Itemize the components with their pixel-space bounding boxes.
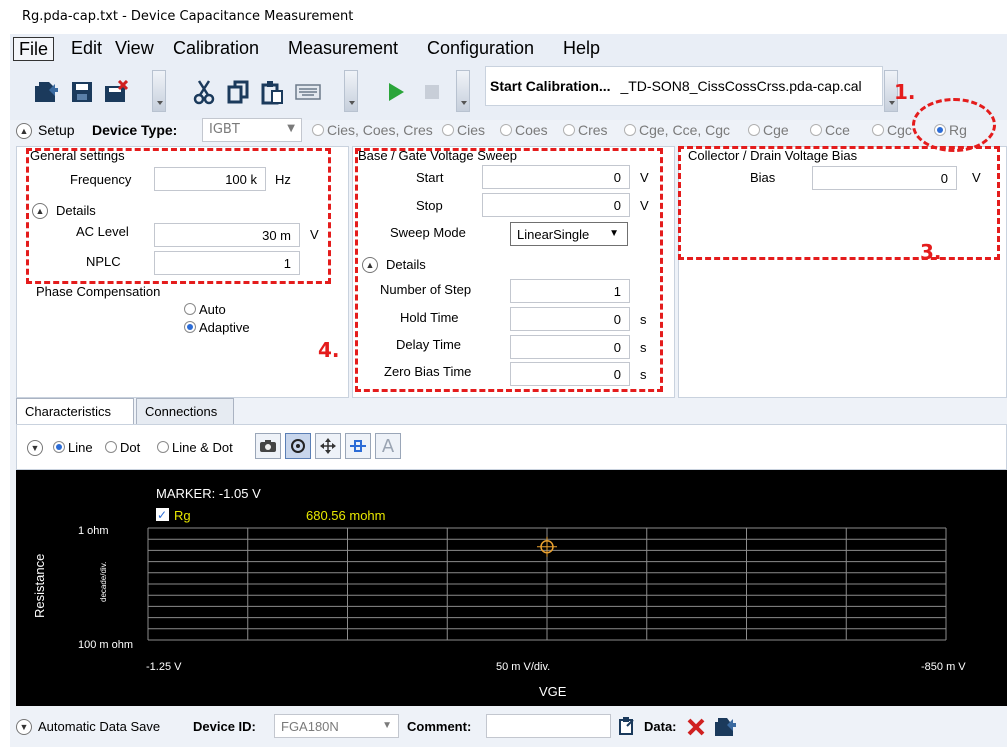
annotation-circle-rg <box>912 98 996 152</box>
chevron-down-icon: ▼ <box>382 720 392 731</box>
bottom-bar: ▼ Automatic Data Save Device ID: FGA180N… <box>10 706 1007 747</box>
y-scale-label: decade/div. <box>99 562 108 602</box>
run-icon[interactable] <box>382 78 410 106</box>
chart-svg[interactable]: MARKER: -1.05 V ✓ Rg 680.56 mohm 1 ohm 1… <box>16 470 1007 706</box>
copy-icon[interactable] <box>224 78 252 106</box>
chart-area: MARKER: -1.05 V ✓ Rg 680.56 mohm 1 ohm 1… <box>16 470 1007 706</box>
marker-label: MARKER: -1.05 V <box>156 486 261 501</box>
annotation-box-bias <box>678 146 1000 260</box>
annotation-number-1: 1. <box>894 80 916 104</box>
plot-mode-line-radio[interactable]: Line <box>53 440 93 455</box>
setup-bar: ▲ Setup Device Type: IGBT ▼ Cies, Coes, … <box>10 118 1007 142</box>
mode-radio-coes[interactable]: Coes <box>500 122 548 138</box>
chart-marks <box>537 536 557 557</box>
ytick-bottom: 100 m ohm <box>78 639 133 651</box>
tab-characteristics[interactable]: Characteristics <box>16 398 134 425</box>
text-a-icon[interactable]: A <box>375 433 401 459</box>
menu-measurement[interactable]: Measurement <box>283 37 403 61</box>
target-icon[interactable] <box>285 433 311 459</box>
toolbar-grip[interactable] <box>344 70 358 112</box>
phase-auto-radio[interactable]: Auto <box>184 302 226 317</box>
mode-radio-cies-coes-cres[interactable]: Cies, Coes, Cres <box>312 122 433 138</box>
move-icon[interactable] <box>315 433 341 459</box>
mode-radio-cge-cce-cgc[interactable]: Cge, Cce, Cgc <box>624 122 730 138</box>
open-data-icon[interactable] <box>712 714 738 740</box>
device-id-select[interactable]: FGA180N ▼ <box>274 714 399 738</box>
annotation-number-4: 4. <box>318 338 340 362</box>
window-title: Rg.pda-cap.txt - Device Capacitance Meas… <box>22 9 354 24</box>
collapse-setup-icon[interactable]: ▲ <box>16 123 32 139</box>
paste-icon[interactable] <box>258 78 286 106</box>
device-id-label: Device ID: <box>193 719 256 734</box>
mode-radio-cge[interactable]: Cge <box>748 122 789 138</box>
device-type-value: IGBT <box>209 122 240 137</box>
series-legend-rg: Rg <box>174 508 191 523</box>
comment-edit-icon[interactable] <box>616 714 638 738</box>
chart-toolbar: ▼ Line Dot Line & Dot A <box>16 424 1007 470</box>
menu-bar: File Edit View Calibration Measurement C… <box>10 34 1007 62</box>
menu-configuration[interactable]: Configuration <box>422 37 539 61</box>
mode-radio-cce[interactable]: Cce <box>810 122 850 138</box>
annotation-box-general <box>26 148 331 284</box>
device-type-label: Device Type: <box>92 122 178 138</box>
annotation-box-sweep <box>355 148 663 392</box>
phase-adaptive-radio[interactable]: Adaptive <box>184 320 250 335</box>
mode-radio-cgc[interactable]: Cgc <box>872 122 912 138</box>
auto-save-label: Automatic Data Save <box>38 719 161 734</box>
device-id-value: FGA180N <box>281 719 339 734</box>
annotation-number-3: 3. <box>920 240 942 264</box>
plot-mode-dot-radio[interactable]: Dot <box>105 440 140 455</box>
device-type-select[interactable]: IGBT ▼ <box>202 118 302 142</box>
save-delete-icon[interactable] <box>102 78 130 106</box>
menu-help[interactable]: Help <box>558 37 605 61</box>
tab-connections[interactable]: Connections <box>136 398 234 424</box>
calibration-file: _TD-SON8_CissCossCrss.pda-cap.cal <box>620 78 862 94</box>
toolbar-grip[interactable] <box>152 70 166 112</box>
marker-readout: 680.56 mohm <box>306 508 386 523</box>
data-label: Data: <box>644 719 677 734</box>
mode-radio-cres[interactable]: Cres <box>563 122 608 138</box>
mode-radio-cies[interactable]: Cies <box>442 122 485 138</box>
keyboard-icon[interactable] <box>294 78 322 106</box>
save-icon[interactable] <box>68 78 96 106</box>
setup-label: Setup <box>38 122 75 138</box>
title-bar: Rg.pda-cap.txt - Device Capacitance Meas… <box>10 0 1007 34</box>
stop-icon[interactable] <box>418 78 446 106</box>
xtick-left: -1.25 V <box>146 661 182 673</box>
comment-input[interactable] <box>486 714 611 738</box>
x-axis-label: VGE <box>539 684 567 699</box>
toolbar-grip[interactable] <box>456 70 470 112</box>
menu-view[interactable]: View <box>110 37 159 61</box>
menu-calibration[interactable]: Calibration <box>168 37 264 61</box>
camera-icon[interactable] <box>255 433 281 459</box>
chevron-down-icon: ▼ <box>287 123 295 134</box>
xtick-right: -850 m V <box>921 661 966 673</box>
cut-icon[interactable] <box>190 78 218 106</box>
start-calibration-button[interactable]: Start Calibration... <box>490 78 611 94</box>
menu-file[interactable]: File <box>13 37 55 61</box>
collapse-bottom-icon[interactable]: ▼ <box>16 719 32 735</box>
menu-edit[interactable]: Edit <box>66 37 107 61</box>
comment-label: Comment: <box>407 719 472 734</box>
plot-mode-line-dot-radio[interactable]: Line & Dot <box>157 440 233 455</box>
delete-data-icon[interactable] <box>684 715 708 739</box>
y-axis-label: Resistance <box>32 554 47 618</box>
collapse-chart-tools-icon[interactable]: ▼ <box>27 440 43 456</box>
calibration-box[interactable]: Start Calibration... _TD-SON8_CissCossCr… <box>485 66 883 106</box>
ytick-top: 1 ohm <box>78 525 109 537</box>
phase-compensation-label: Phase Compensation <box>36 284 161 299</box>
marker-icon[interactable] <box>345 433 371 459</box>
x-div-label: 50 m V/div. <box>496 661 550 673</box>
open-icon[interactable] <box>32 78 60 106</box>
check-icon: ✓ <box>157 508 167 522</box>
